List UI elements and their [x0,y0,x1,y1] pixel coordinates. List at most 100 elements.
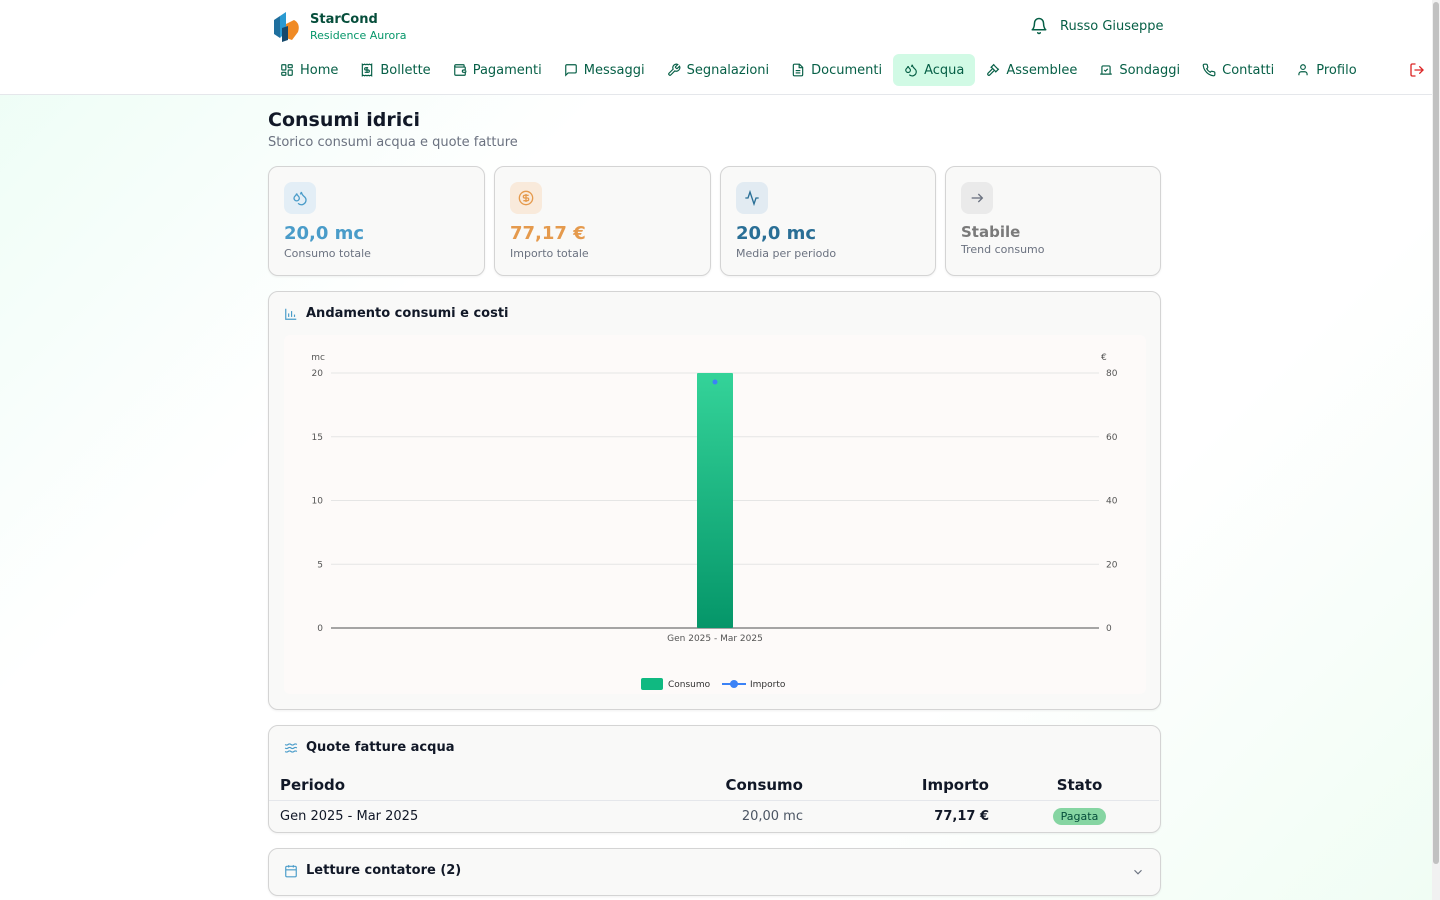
y-right-tick-label: 80 [1106,369,1118,379]
y-right-axis-label: € [1101,353,1107,363]
bell-icon[interactable] [1030,17,1048,35]
nav-sondaggi-label: Sondaggi [1119,62,1181,78]
nav-acqua-label: Acqua [924,62,965,78]
cell-amount: 77,17 € [934,808,989,824]
scrollbar-thumb[interactable] [1433,2,1439,864]
gavel-icon [987,63,1000,76]
waves-icon [284,742,298,753]
chart-svg: 0 5 10 15 20 0 20 40 60 80 mc € Gen 2025 - Mar 2025 C… [311,353,1118,690]
stat-card-average: 20,0 mc Media per periodo [720,166,936,276]
table-header-row: Periodo Consumo Importo Stato [269,770,1159,801]
y-right-tick-label: 20 [1106,560,1118,570]
user-name[interactable]: Russo Giuseppe [1060,19,1164,34]
scrollbar[interactable] [1432,0,1440,900]
y-left-tick-label: 5 [317,560,323,570]
nav-profilo[interactable]: Profilo [1285,54,1367,86]
nav-documenti[interactable]: Documenti [780,54,893,86]
col-period: Periodo [269,770,689,801]
legend-marker-importo [730,680,738,688]
table-row[interactable]: Gen 2025 - Mar 2025 20,00 mc 77,17 € Pag… [269,800,1159,832]
top-navbar: StarCond Residence Aurora Russo Giuseppe… [0,0,1432,95]
x-tick-label: Gen 2025 - Mar 2025 [667,634,763,644]
droplets-icon [284,182,316,214]
stat-value: 20,0 mc [284,223,365,244]
dollar-icon [510,182,542,214]
wrench-icon [667,63,681,76]
stat-value: Stabile [961,223,1021,241]
legend-label-consumo: Consumo [668,680,711,690]
brand-name: StarCond [310,12,378,27]
nav-messaggi[interactable]: Messaggi [553,54,656,86]
readings-title[interactable]: Letture contatore (2) [284,863,461,878]
user-menu[interactable]: Russo Giuseppe [1030,17,1164,35]
y-right-tick-label: 60 [1106,433,1118,443]
stat-value: 77,17 € [510,223,586,244]
chart-card: Andamento consumi e costi 0 5 10 15 20 0 20 40 6… [268,291,1161,710]
invoices-table: Periodo Consumo Importo Stato Gen 2025 -… [269,770,1159,832]
brand-subtitle: Residence Aurora [310,29,407,42]
activity-icon [736,182,768,214]
y-left-tick-label: 10 [312,497,324,507]
stat-label: Consumo totale [284,247,371,260]
wallet-icon [453,64,467,76]
stat-value: 20,0 mc [736,223,817,244]
nav-acqua[interactable]: Acqua [893,54,976,86]
legend-swatch-consumo [641,678,663,690]
nav-contatti[interactable]: Contatti [1191,54,1285,86]
cell-consumption: 20,00 mc [741,808,803,824]
arrow-right-icon [961,182,993,214]
col-consumption: Consumo [689,770,814,801]
chevron-down-icon[interactable] [1131,865,1145,879]
nav-home[interactable]: Home [269,54,349,86]
home-icon [281,64,293,76]
nav-segnalazioni-label: Segnalazioni [686,62,770,78]
nav-assemblee-label: Assemblee [1006,62,1078,78]
stat-label: Importo totale [510,247,589,260]
invoices-card: Quote fatture acqua Periodo Consumo Impo… [268,725,1161,833]
stat-label: Media per periodo [736,247,837,260]
user-icon [1298,64,1308,76]
readings-title-text: Letture contatore (2) [306,863,462,878]
bar-chart-icon [285,308,297,320]
main-nav: Home Bollette Pagamenti Messaggi Segnala… [269,54,1368,86]
stat-card-total-consumption: 20,0 mc Consumo totale [268,166,485,276]
readings-card[interactable]: Letture contatore (2) [268,848,1161,896]
chart-area: 0 5 10 15 20 0 20 40 60 80 mc € Gen 2025 - Mar 2025 C… [284,335,1146,694]
message-icon [564,64,577,77]
logout-icon [1410,63,1424,77]
nav-documenti-label: Documenti [811,62,883,78]
page-title: Consumi idrici [268,109,421,131]
nav-assemblee[interactable]: Assemblee [975,54,1088,86]
chart-title-text: Andamento consumi e costi [306,306,509,321]
y-left-axis-label: mc [311,353,325,363]
nav-segnalazioni[interactable]: Segnalazioni [656,54,781,86]
stat-card-trend: Stabile Trend consumo [945,166,1161,276]
page-subtitle: Storico consumi acqua e quote fatture [268,135,518,150]
y-left-tick-label: 15 [312,433,323,443]
point-importo [712,379,718,385]
logout-button[interactable] [1409,62,1425,82]
nav-pagamenti[interactable]: Pagamenti [442,54,553,86]
brand[interactable]: StarCond Residence Aurora [268,10,407,44]
nav-sondaggi[interactable]: Sondaggi [1088,54,1191,86]
status-badge: Pagata [1052,807,1107,825]
calendar-icon [285,864,297,877]
vote-icon [1100,65,1113,75]
legend-label-importo: Importo [750,680,786,690]
y-left-tick-label: 20 [312,369,324,379]
chart-title: Andamento consumi e costi [284,306,508,321]
bar-consumo [697,373,733,628]
nav-contatti-label: Contatti [1222,62,1275,78]
y-right-tick-label: 0 [1106,624,1112,634]
nav-home-label: Home [300,62,339,78]
y-left-tick-label: 0 [317,624,323,634]
stat-label: Trend consumo [961,243,1045,256]
invoices-title-text: Quote fatture acqua [306,740,455,755]
nav-bollette-label: Bollette [380,62,431,78]
logo-icon [274,12,299,42]
receipt-icon [362,63,373,77]
droplets-icon [905,64,917,77]
cell-period: Gen 2025 - Mar 2025 [280,808,419,824]
col-amount: Importo [814,770,1000,801]
nav-bollette[interactable]: Bollette [349,54,441,86]
